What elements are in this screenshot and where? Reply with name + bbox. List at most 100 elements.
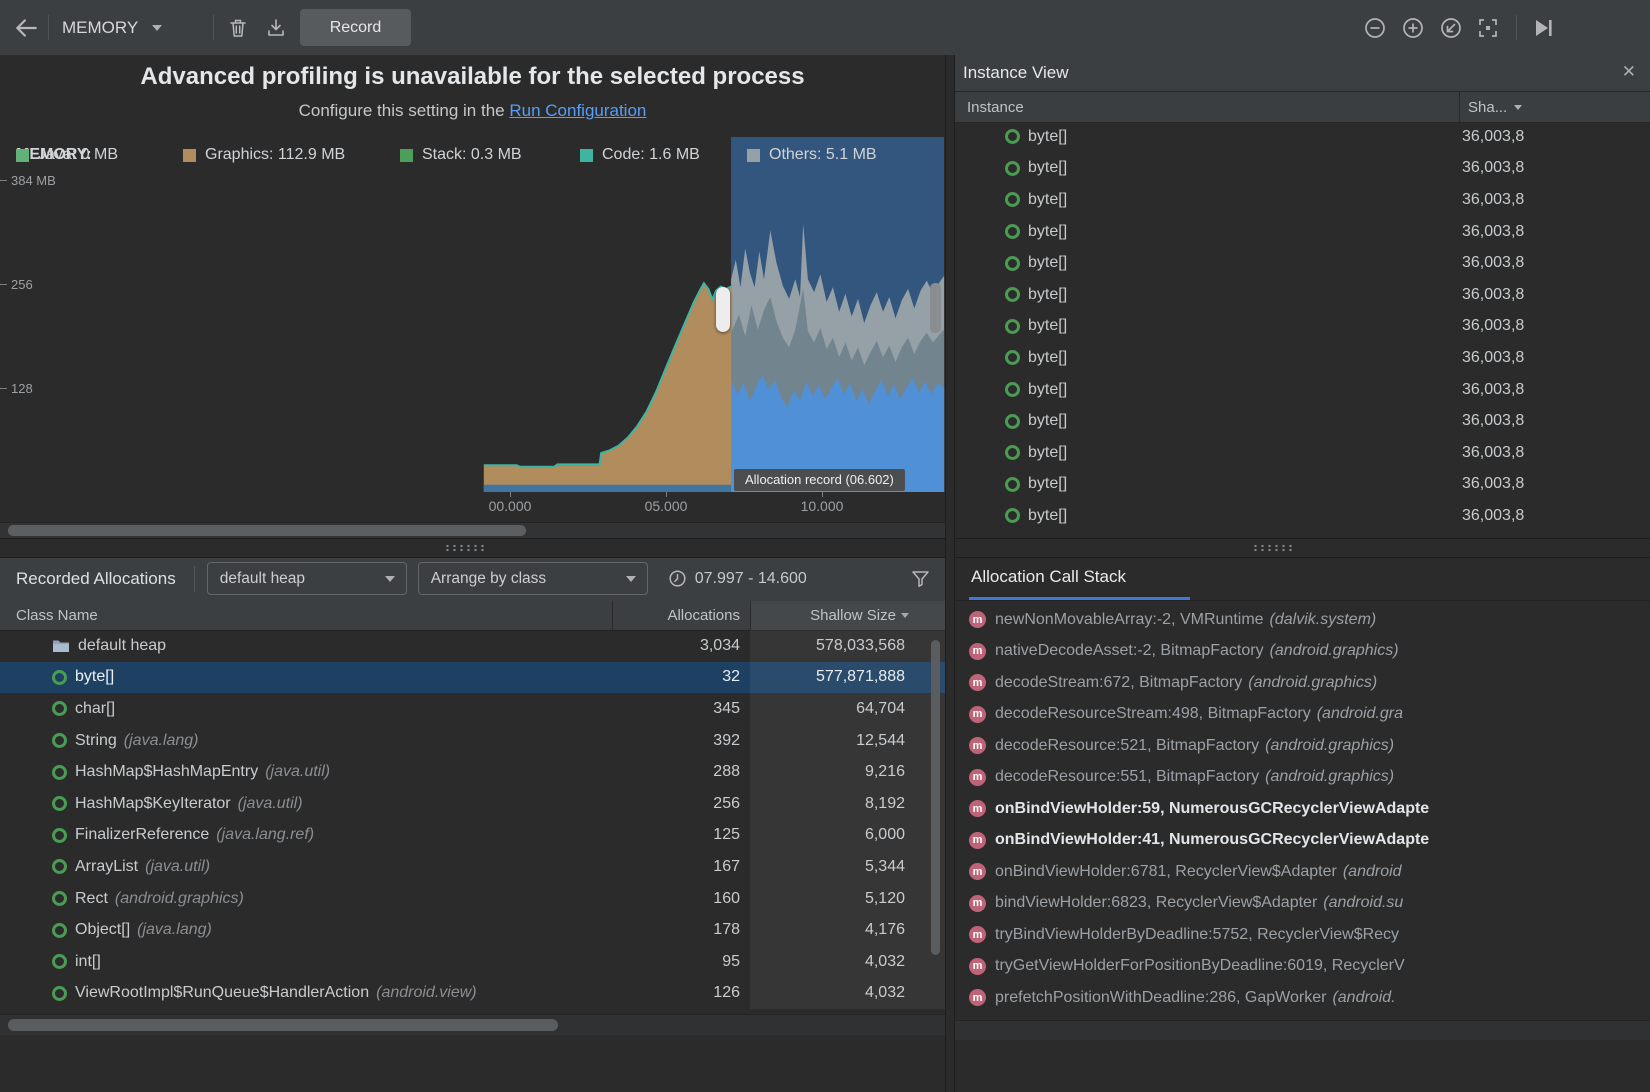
instance-icon <box>1005 414 1020 429</box>
table-row[interactable]: FinalizerReference (java.lang.ref) 125 6… <box>0 820 945 852</box>
instance-icon <box>1005 508 1020 523</box>
record-button[interactable]: Record <box>300 9 411 46</box>
selection-left-handle[interactable] <box>716 287 730 332</box>
reset-zoom-icon <box>1438 15 1464 41</box>
zoom-out-icon <box>1362 15 1388 41</box>
stack-frame[interactable]: m newNonMovableArray:-2, VMRuntime (dalv… <box>953 604 1650 636</box>
filter-icon <box>910 568 931 589</box>
table-row[interactable]: Object[] (java.lang) 178 4,176 <box>0 914 945 946</box>
shallow-size-value: 6,000 <box>750 820 945 852</box>
horizontal-splitter[interactable] <box>0 538 1650 558</box>
instance-row[interactable]: byte[] 36,003,8 <box>953 153 1650 185</box>
allocations-vertical-scrollbar[interactable] <box>931 640 940 955</box>
table-row[interactable]: ArrayList (java.util) 167 5,344 <box>0 851 945 883</box>
instance-row[interactable]: byte[] 36,003,8 <box>953 342 1650 374</box>
memory-chart[interactable]: MEMORY: Java: 0 MB Graphics: 112.9 MB <box>0 137 945 492</box>
stack-frame[interactable]: m onBindViewHolder:41, NumerousGCRecycle… <box>953 825 1650 857</box>
clear-capture-button[interactable] <box>219 0 257 55</box>
table-row[interactable]: Rect (android.graphics) 160 5,120 <box>0 883 945 915</box>
heap-select[interactable]: default heap <box>207 562 407 595</box>
timeline-scrollbar-thumb[interactable] <box>8 525 526 536</box>
table-row[interactable]: HashMap$HashMapEntry (java.util) 288 9,2… <box>0 756 945 788</box>
instance-name: byte[] <box>1028 128 1067 146</box>
instance-icon <box>1005 477 1020 492</box>
table-row[interactable]: ViewRootImpl$RunQueue$HandlerAction (and… <box>0 978 945 1010</box>
method-icon: m <box>969 832 986 849</box>
instance-row[interactable]: byte[] 36,003,8 <box>953 374 1650 406</box>
instance-name: byte[] <box>1028 191 1067 209</box>
filter-button[interactable] <box>910 568 931 589</box>
instance-row[interactable]: byte[] 36,003,8 <box>953 500 1650 532</box>
profiler-type-dropdown[interactable]: MEMORY <box>62 0 162 55</box>
jump-to-live-button[interactable] <box>1524 0 1562 55</box>
instance-row[interactable]: byte[] 36,003,8 <box>953 437 1650 469</box>
zoom-in-button[interactable] <box>1394 0 1432 55</box>
run-configuration-link[interactable]: Run Configuration <box>509 101 646 120</box>
memory-profiler-window: MEMORY Record <box>0 0 1650 1092</box>
column-header-shallow-size[interactable]: Shallow Size <box>750 601 945 630</box>
vertical-splitter[interactable] <box>945 55 955 1092</box>
stack-frame[interactable]: m decodeStream:672, BitmapFactory (andro… <box>953 667 1650 699</box>
splitter-grip[interactable] <box>1252 544 1296 552</box>
timeline-scrollbar-track[interactable] <box>0 522 945 539</box>
instance-row[interactable]: byte[] 36,003,8 <box>953 405 1650 437</box>
stack-frame[interactable]: m nativeDecodeAsset:-2, BitmapFactory (a… <box>953 636 1650 668</box>
instance-row[interactable]: byte[] 36,003,8 <box>953 469 1650 501</box>
allocations-horizontal-scrollbar-thumb[interactable] <box>8 1019 558 1031</box>
allocations-count: 392 <box>612 725 750 757</box>
stack-frame[interactable]: m decodeResourceStream:498, BitmapFactor… <box>953 699 1650 731</box>
stack-frame[interactable]: m onBindViewHolder:59, NumerousGCRecycle… <box>953 793 1650 825</box>
column-header-shallow-size[interactable]: Sha... <box>1459 92 1650 122</box>
table-row[interactable]: int[] 95 4,032 <box>0 946 945 978</box>
allocations-horizontal-scrollbar-track[interactable] <box>0 1014 945 1035</box>
close-icon[interactable]: ✕ <box>1622 62 1636 82</box>
heap-select-value: default heap <box>220 570 305 588</box>
x-tick <box>822 492 823 497</box>
toolbar-separator <box>48 15 49 40</box>
instance-row[interactable]: byte[] 36,003,8 <box>953 216 1650 248</box>
column-header-allocations[interactable]: Allocations <box>612 601 750 630</box>
allocations-count: 125 <box>612 820 750 852</box>
x-axis-label-5: 05.000 <box>631 498 701 514</box>
allocations-count: 288 <box>612 756 750 788</box>
allocations-column-header: Class Name Allocations Shallow Size <box>0 601 945 631</box>
memory-area-chart <box>0 137 945 492</box>
arrange-by-select[interactable]: Arrange by class <box>418 562 648 595</box>
selection-right-handle[interactable] <box>930 283 941 333</box>
column-header-instance[interactable]: Instance <box>953 99 1459 116</box>
instance-view-title: Instance View <box>963 63 1069 83</box>
zoom-out-button[interactable] <box>1356 0 1394 55</box>
instance-row[interactable]: byte[] 36,003,8 <box>953 279 1650 311</box>
table-row[interactable]: byte[] 32 577,871,888 <box>0 662 945 694</box>
method-icon: m <box>969 706 986 723</box>
instance-shallow-size: 36,003,8 <box>1462 475 1546 493</box>
stack-frame[interactable]: m decodeResource:551, BitmapFactory (and… <box>953 762 1650 794</box>
instance-icon <box>1005 319 1020 334</box>
export-capture-button[interactable] <box>257 0 295 55</box>
column-header-class-name[interactable]: Class Name <box>0 601 612 630</box>
frame-package: (android.graphics) <box>1270 642 1399 660</box>
instance-row[interactable]: byte[] 36,003,8 <box>953 121 1650 153</box>
stack-frame[interactable]: m tryGetViewHolderForPositionByDeadline:… <box>953 951 1650 983</box>
stack-frame[interactable]: m onBindViewHolder:6781, RecyclerView$Ad… <box>953 856 1650 888</box>
instance-row[interactable]: byte[] 36,003,8 <box>953 247 1650 279</box>
stack-frame[interactable]: m tryBindViewHolderByDeadline:5752, Recy… <box>953 919 1650 951</box>
table-row[interactable]: default heap 3,034 578,033,568 <box>0 630 945 662</box>
reset-zoom-button[interactable] <box>1432 0 1470 55</box>
stack-frame[interactable]: m decodeResource:521, BitmapFactory (and… <box>953 730 1650 762</box>
y-tick <box>0 180 7 181</box>
instance-shallow-size: 36,003,8 <box>1462 254 1546 272</box>
call-stack-scrollbar-track[interactable] <box>953 1020 1650 1040</box>
stack-frame[interactable]: m bindViewHolder:6823, RecyclerView$Adap… <box>953 888 1650 920</box>
instance-row[interactable]: byte[] 36,003,8 <box>953 311 1650 343</box>
table-row[interactable]: String (java.lang) 392 12,544 <box>0 725 945 757</box>
zoom-to-fit-button[interactable] <box>1469 0 1507 55</box>
splitter-grip[interactable] <box>444 544 488 552</box>
table-row[interactable]: HashMap$KeyIterator (java.util) 256 8,19… <box>0 788 945 820</box>
class-name: default heap <box>78 637 166 655</box>
table-row[interactable]: char[] 345 64,704 <box>0 693 945 725</box>
instance-row[interactable]: byte[] 36,003,8 <box>953 184 1650 216</box>
back-button[interactable] <box>6 0 46 55</box>
stack-frame[interactable]: m prefetchPositionWithDeadline:286, GapW… <box>953 982 1650 1014</box>
tab-allocation-call-stack[interactable]: Allocation Call Stack <box>971 567 1126 587</box>
